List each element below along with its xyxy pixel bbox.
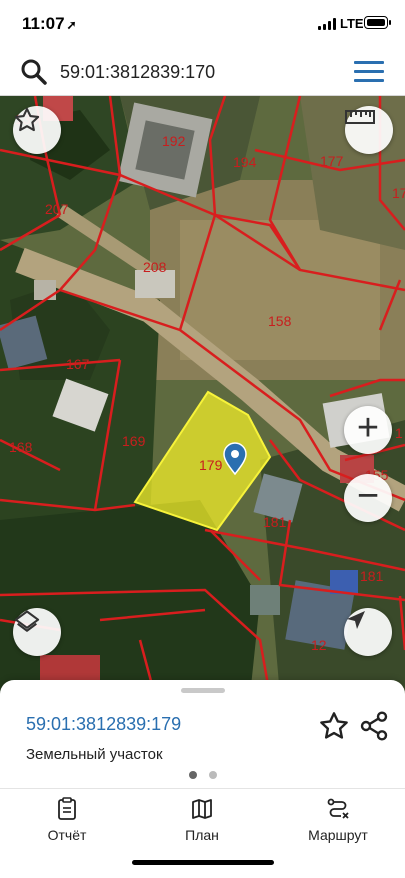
- plot-label-181[interactable]: 181: [360, 568, 384, 584]
- zoom-in-button[interactable]: +: [344, 406, 392, 454]
- map-view[interactable]: 1391921941771720720815816716916817915518…: [0, 96, 405, 696]
- plot-label-181[interactable]: 181: [263, 514, 287, 530]
- status-bar: 11:07 ➚ LTE: [0, 0, 405, 48]
- plot-label-169[interactable]: 169: [122, 433, 146, 449]
- share-icon[interactable]: [358, 710, 390, 742]
- layers-icon: [14, 610, 40, 632]
- search-bar: [0, 48, 405, 96]
- map-icon: [192, 799, 212, 819]
- report-icon: [58, 797, 76, 820]
- plot-label-168[interactable]: 168: [9, 439, 33, 455]
- ruler-button[interactable]: [345, 106, 393, 154]
- signal-icon: [318, 18, 336, 30]
- plot-label-207[interactable]: 207: [45, 201, 69, 217]
- hamburger-menu-icon[interactable]: [354, 61, 384, 83]
- home-indicator: [132, 860, 274, 865]
- search-input[interactable]: [60, 58, 330, 86]
- plot-label-167[interactable]: 167: [66, 356, 90, 372]
- star-icon: [14, 107, 40, 132]
- layers-button[interactable]: [13, 608, 61, 656]
- satellite-map: 1391921941771720720815816716916817915518…: [0, 96, 405, 696]
- plot-label-179[interactable]: 179: [199, 457, 223, 473]
- status-time: 11:07 ➚: [22, 14, 77, 34]
- ruler-icon: [345, 110, 375, 124]
- location-services-icon: ➚: [66, 18, 77, 32]
- plot-label-208[interactable]: 208: [143, 259, 167, 275]
- plot-label-177[interactable]: 177: [320, 153, 344, 169]
- sheet-drag-handle[interactable]: [181, 688, 225, 693]
- route-icon: [327, 798, 349, 819]
- parcel-type-label: Земельный участок: [26, 746, 163, 763]
- parcel-info-sheet[interactable]: 59:01:3812839:179 Земельный участок: [0, 680, 405, 788]
- tab-report-label: Отчёт: [47, 827, 87, 843]
- tab-report[interactable]: Отчёт: [37, 797, 97, 847]
- battery-icon: [364, 16, 391, 29]
- search-icon[interactable]: [20, 58, 48, 86]
- app-root: { "status_bar": { "time": "11:07", "netw…: [0, 0, 405, 878]
- plot-label-17[interactable]: 17: [392, 185, 405, 201]
- zoom-out-button[interactable]: −: [344, 474, 392, 522]
- tab-route-label: Маршрут: [308, 827, 368, 843]
- plot-label-158[interactable]: 158: [268, 313, 292, 329]
- tab-plan[interactable]: План: [172, 797, 232, 847]
- plot-label-192[interactable]: 192: [162, 133, 186, 149]
- locate-button[interactable]: [344, 608, 392, 656]
- favorite-button[interactable]: [13, 106, 61, 154]
- zoom-in-icon: +: [356, 407, 380, 449]
- zoom-out-icon: −: [356, 475, 380, 517]
- plot-label-12[interactable]: 12: [311, 637, 327, 653]
- plot-label-1[interactable]: 1: [395, 425, 403, 441]
- page-indicator: [189, 771, 219, 781]
- parcel-cadastral-number[interactable]: 59:01:3812839:179: [26, 714, 181, 735]
- location-arrow-icon: [347, 611, 365, 629]
- network-type: LTE: [340, 16, 364, 31]
- tab-plan-label: План: [185, 827, 219, 843]
- star-icon[interactable]: [318, 710, 350, 742]
- plot-label-194[interactable]: 194: [233, 154, 257, 170]
- tab-route[interactable]: Маршрут: [302, 797, 374, 847]
- status-time-text: 11:07: [22, 14, 65, 33]
